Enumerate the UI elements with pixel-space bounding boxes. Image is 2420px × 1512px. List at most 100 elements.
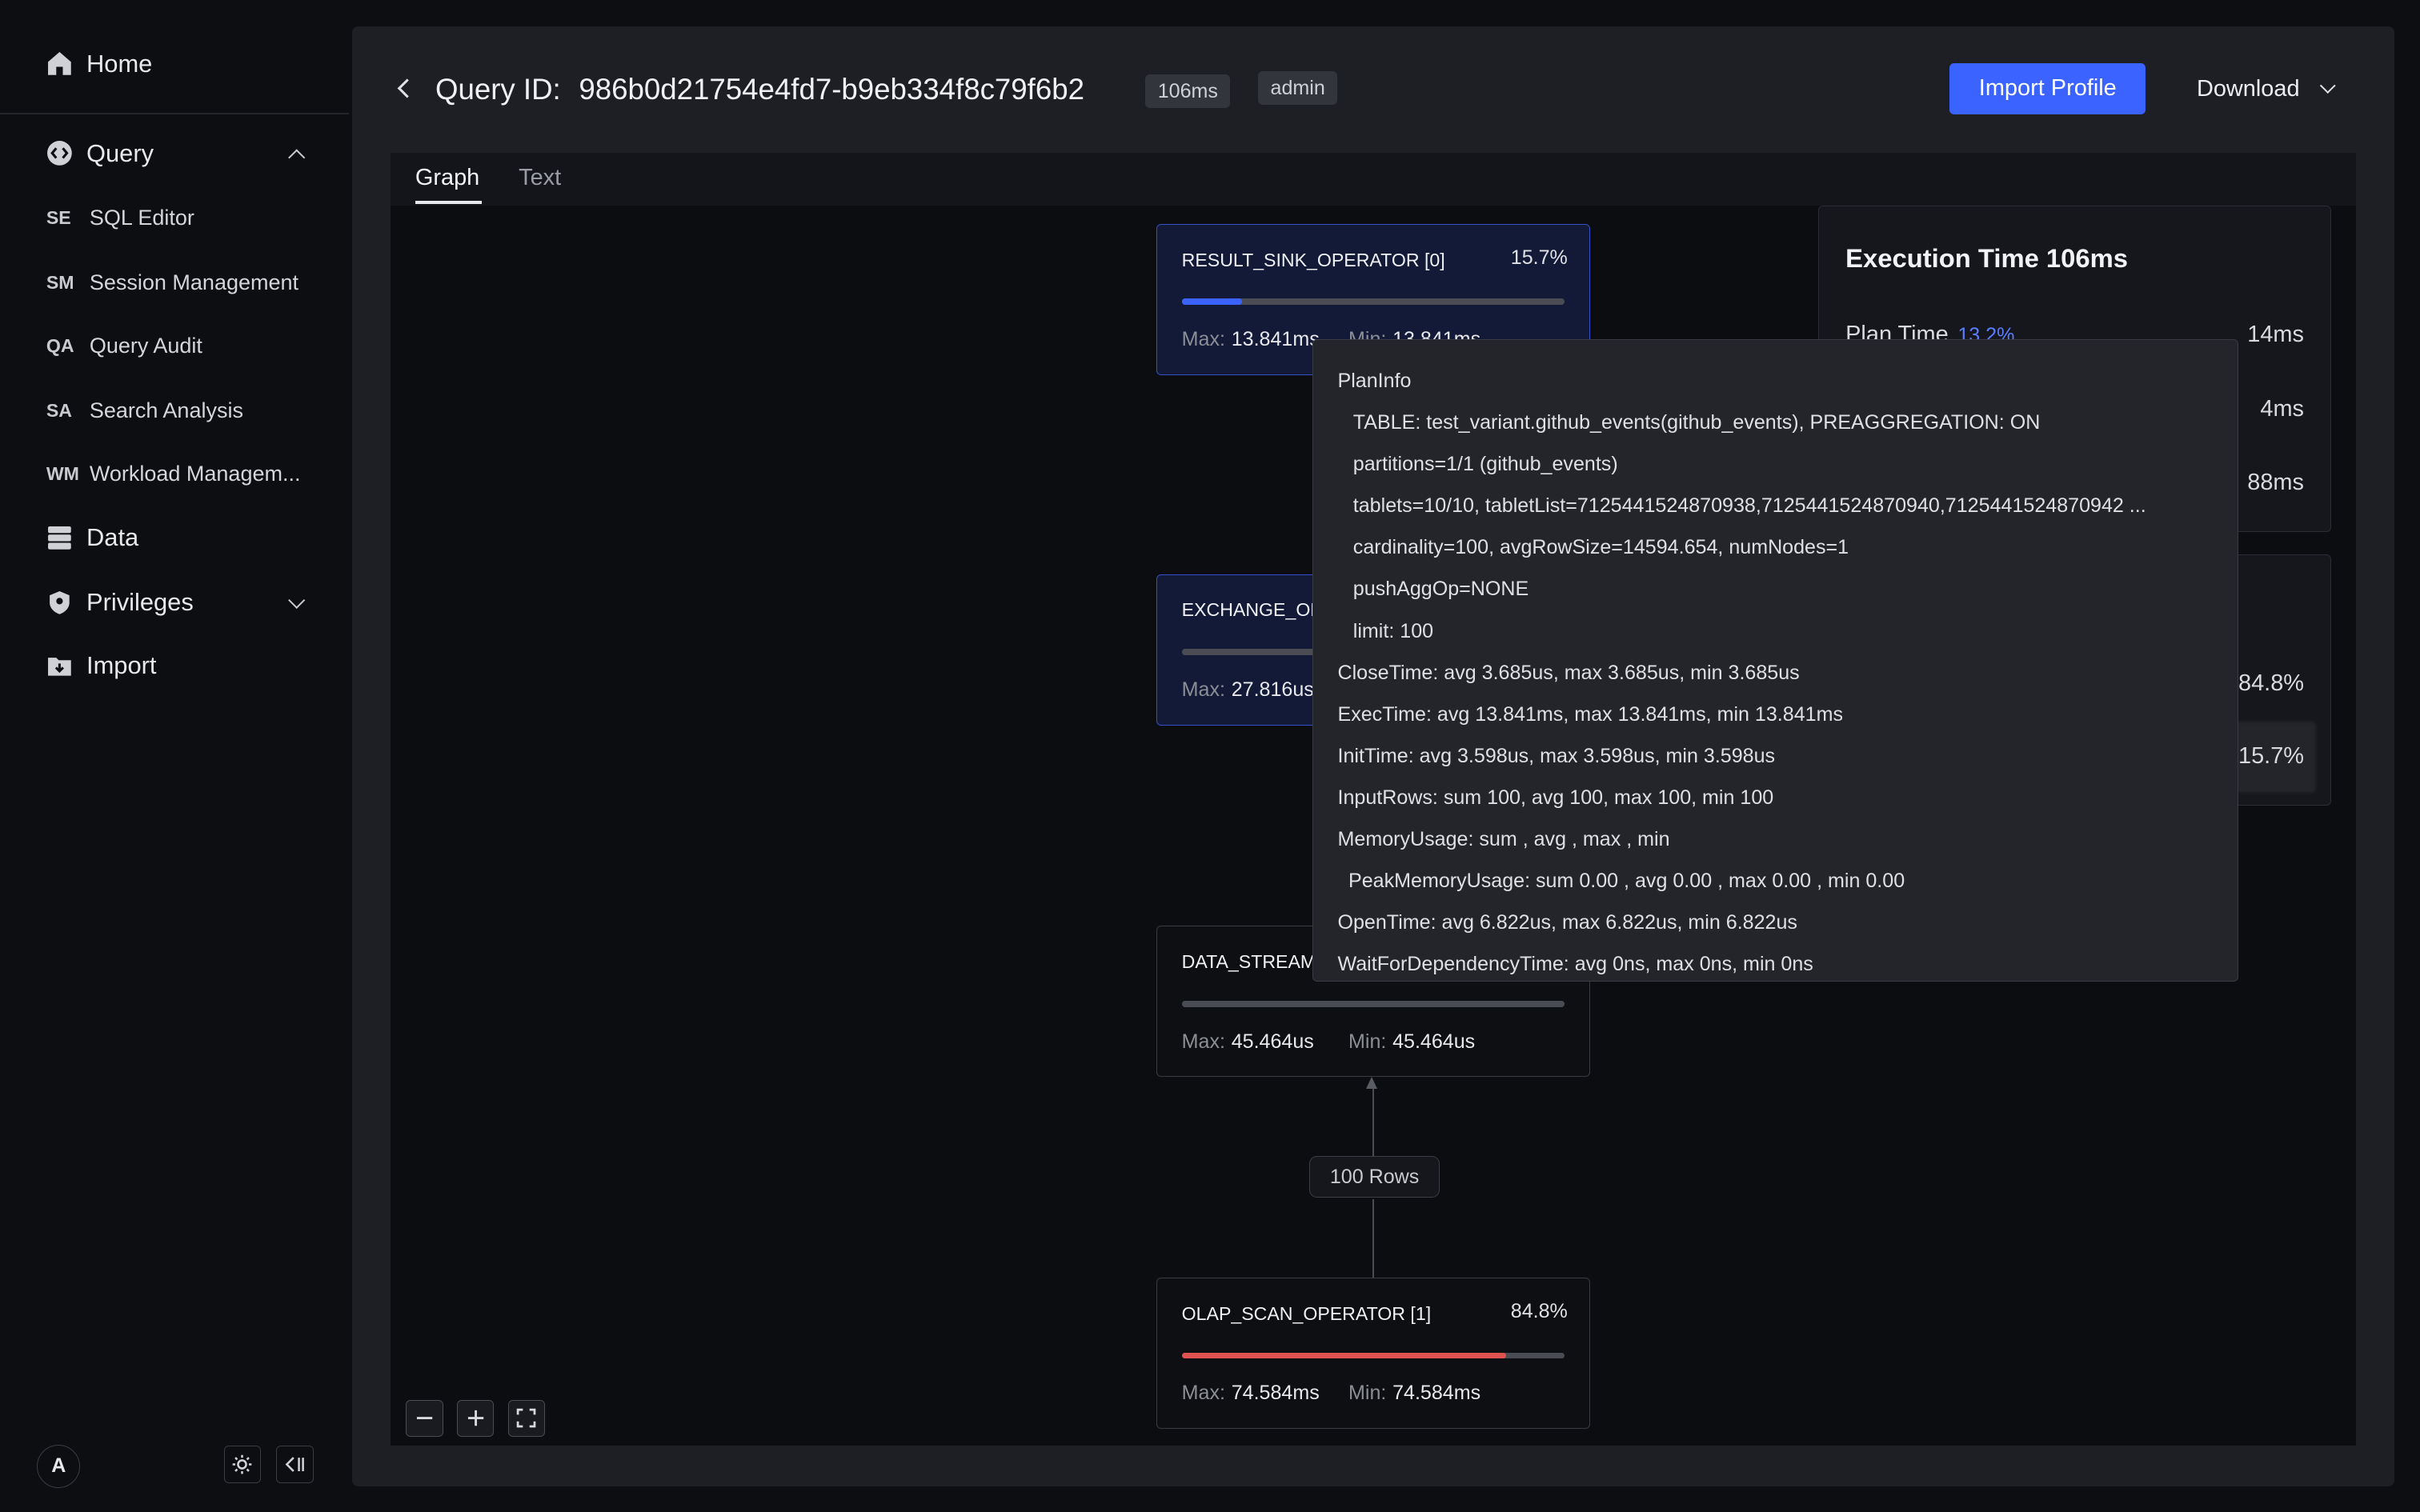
tooltip-line: WaitForDependencyTime: avg 0ns, max 0ns,…: [1337, 953, 1813, 976]
node-min-label: Min:: [1348, 1030, 1387, 1053]
sidebar-item-label: Import: [86, 651, 157, 680]
node-percent: 15.7%: [1510, 246, 1568, 269]
node-max: Max: 74.584ms: [1182, 1382, 1320, 1405]
sun-icon: [233, 1454, 252, 1474]
operator-percent: 15.7%: [2238, 742, 2304, 769]
download-label: Download: [2196, 75, 2300, 102]
plan-time-value: 14ms: [2247, 322, 2304, 348]
shield-icon: [49, 590, 70, 614]
tab-text[interactable]: Text: [519, 165, 561, 191]
tooltip-line: InputRows: sum 100, avg 100, max 100, mi…: [1337, 786, 1774, 809]
node-max-value: 13.841ms: [1231, 327, 1320, 350]
node-name: EXCHANGE_OP: [1181, 599, 1323, 621]
fit-view-button[interactable]: [507, 1399, 545, 1437]
node-name: RESULT_SINK_OPERATOR [0]: [1181, 249, 1445, 270]
sidebar-item-session-management[interactable]: SM Session Management: [46, 270, 298, 295]
sidebar-item-abbr: WM: [46, 462, 79, 484]
node-progress-bar: [1181, 298, 1565, 305]
node-max-label: Max:: [1181, 1030, 1225, 1053]
node-name: OLAP_SCAN_OPERATOR [1]: [1181, 1303, 1432, 1325]
tab-active-indicator: [415, 200, 482, 204]
sidebar-item-query-audit[interactable]: QA Query Audit: [46, 334, 202, 358]
sidebar-item-abbr: SE: [46, 206, 71, 228]
node-progress-bar: [1181, 1352, 1565, 1359]
tab-bar: Graph Text: [391, 152, 2356, 206]
fullscreen-icon: [516, 1408, 536, 1428]
node-min-value: 45.464us: [1392, 1030, 1476, 1053]
sidebar-item-label: Session Management: [89, 270, 299, 294]
import-icon: [47, 657, 71, 676]
minus-icon: [416, 1417, 433, 1420]
execution-time-title: Execution Time 106ms: [1845, 242, 2129, 273]
theme-toggle-button[interactable]: [223, 1446, 261, 1483]
node-max-label: Max:: [1181, 1382, 1225, 1405]
node-min: Min: 74.584ms: [1348, 1382, 1480, 1405]
sidebar-item-workload-management[interactable]: WM Workload Managem...: [46, 462, 301, 486]
home-icon: [47, 52, 71, 76]
sidebar-item-home[interactable]: Home: [46, 50, 152, 78]
zoom-in-button[interactable]: [456, 1399, 495, 1437]
sidebar-item-abbr: QA: [46, 334, 74, 356]
tooltip-line: OpenTime: avg 6.822us, max 6.822us, min …: [1337, 911, 1797, 934]
tooltip-line: ExecTime: avg 13.841ms, max 13.841ms, mi…: [1337, 702, 1843, 726]
arrow-up-icon: [1366, 1077, 1378, 1090]
sidebar-item-abbr: SM: [46, 271, 74, 293]
node-percent: 84.8%: [1510, 1300, 1568, 1323]
sidebar-item-query[interactable]: Query: [46, 139, 309, 168]
node-progress-bar: [1181, 1000, 1565, 1007]
tooltip-line: TABLE: test_variant.github_events(github…: [1352, 411, 2041, 434]
node-max: Max: 13.841ms: [1182, 328, 1320, 351]
tooltip-line: pushAggOp=NONE: [1352, 578, 1529, 601]
download-button[interactable]: Download: [2196, 75, 2336, 102]
query-id-value: 986b0d21754e4fd7-b9eb334f8c79f6b2: [579, 72, 1084, 106]
tooltip-line: cardinality=100, avgRowSize=14594.654, n…: [1352, 536, 1849, 559]
node-max-label: Max:: [1181, 327, 1225, 350]
sidebar-item-data[interactable]: Data: [46, 523, 138, 552]
zoom-out-button[interactable]: [406, 1399, 443, 1437]
sidebar-divider: [0, 112, 349, 114]
collapse-icon: [285, 1457, 304, 1472]
node-max-value: 45.464us: [1231, 1030, 1314, 1053]
sidebar-item-label: SQL Editor: [89, 205, 194, 230]
exec-row-2-value: 4ms: [2260, 395, 2304, 422]
edge-rows-label: 100 Rows: [1308, 1155, 1440, 1198]
node-max-value: 74.584ms: [1231, 1382, 1320, 1405]
graph-node-olap-scan[interactable]: OLAP_SCAN_OPERATOR [1] 84.8% Max: 74.584m…: [1156, 1278, 1590, 1430]
query-icon: [46, 141, 72, 166]
sidebar-item-abbr: SA: [46, 399, 72, 421]
node-progress-fill: [1181, 298, 1242, 305]
avatar[interactable]: A: [37, 1444, 81, 1488]
node-max: Max: 27.816us: [1182, 678, 1314, 702]
tab-graph[interactable]: Graph: [415, 165, 479, 191]
tooltip-line: CloseTime: avg 3.685us, max 3.685us, min…: [1337, 661, 1800, 684]
back-arrow-icon[interactable]: [396, 78, 417, 99]
node-progress-fill: [1181, 1352, 1507, 1359]
node-max: Max: 45.464us: [1182, 1030, 1314, 1054]
sidebar-item-search-analysis[interactable]: SA Search Analysis: [46, 398, 243, 423]
node-min-value: 74.584ms: [1392, 1382, 1481, 1405]
sidebar-item-privileges[interactable]: Privileges: [46, 588, 309, 617]
sidebar-item-label: Query Audit: [89, 333, 202, 358]
sidebar-item-sql-editor[interactable]: SE SQL Editor: [46, 206, 194, 230]
tooltip-line: PlanInfo: [1337, 370, 1412, 393]
database-icon: [47, 526, 71, 550]
sidebar-item-import[interactable]: Import: [46, 651, 157, 680]
plan-info-tooltip: PlanInfo TABLE: test_variant.github_event…: [1312, 339, 2239, 982]
plus-icon: [467, 1410, 483, 1426]
tooltip-line: PeakMemoryUsage: sum 0.00 , avg 0.00 , m…: [1348, 870, 1905, 893]
tooltip-line: InitTime: avg 3.598us, max 3.598us, min …: [1337, 744, 1776, 767]
node-max-label: Max:: [1181, 678, 1225, 701]
import-profile-button[interactable]: Import Profile: [1949, 63, 2146, 114]
sidebar-item-label: Workload Managem...: [89, 461, 301, 486]
sidebar-item-label: Search Analysis: [89, 398, 243, 422]
user-badge: admin: [1258, 70, 1338, 106]
edge-line: [1372, 1198, 1374, 1278]
query-id-label: Query ID:: [435, 72, 561, 106]
chevron-down-icon: [2320, 78, 2336, 94]
sidebar-item-label: Home: [86, 49, 153, 78]
exec-row-3-value: 88ms: [2247, 470, 2304, 496]
operator-percent: 84.8%: [2238, 670, 2304, 697]
duration-badge: 106ms: [1145, 74, 1231, 109]
sidebar-item-label: Privileges: [86, 587, 194, 616]
collapse-sidebar-button[interactable]: [276, 1446, 314, 1483]
